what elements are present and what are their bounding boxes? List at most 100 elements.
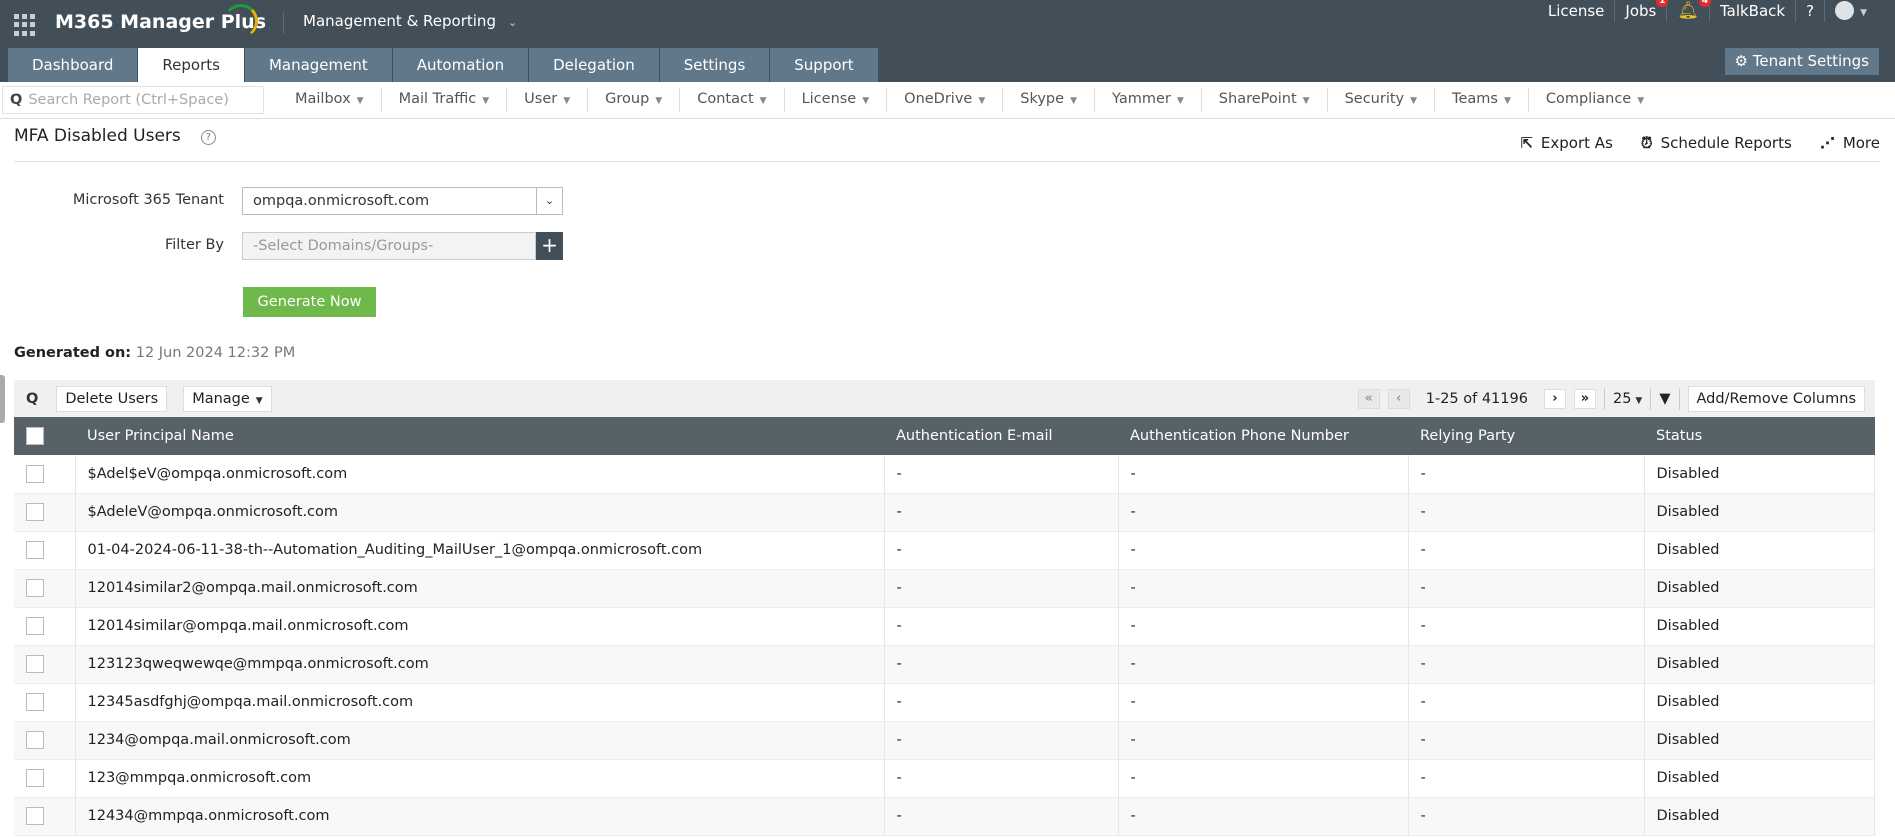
- row-checkbox[interactable]: [26, 617, 44, 635]
- tenant-select[interactable]: ompqa.onmicrosoft.com ⌄: [242, 187, 563, 215]
- more-button[interactable]: ⋰ More: [1820, 134, 1880, 152]
- col-auth-phone[interactable]: Authentication Phone Number: [1118, 417, 1408, 455]
- select-all-checkbox[interactable]: [26, 427, 44, 445]
- tab-settings[interactable]: Settings: [659, 48, 770, 82]
- auth-email-cell: -: [884, 455, 1119, 494]
- tab-dashboard[interactable]: Dashboard: [8, 48, 138, 82]
- per-page-select[interactable]: 25 ▼: [1613, 391, 1642, 407]
- generate-now-button[interactable]: Generate Now: [243, 287, 376, 317]
- user-menu[interactable]: ▼: [1825, 0, 1877, 24]
- row-checkbox[interactable]: [26, 541, 44, 559]
- row-checkbox[interactable]: [26, 655, 44, 673]
- auth-phone-cell: -: [1118, 569, 1409, 608]
- license-link[interactable]: License: [1538, 0, 1616, 22]
- delete-users-button[interactable]: Delete Users: [56, 385, 168, 412]
- relying-party-cell: -: [1408, 759, 1645, 798]
- tab-support[interactable]: Support: [770, 48, 878, 82]
- tab-management[interactable]: Management: [244, 48, 392, 82]
- nav-label: User: [524, 91, 558, 107]
- upn-cell: $AdeleV@ompqa.onmicrosoft.com: [75, 493, 885, 532]
- search-input[interactable]: Q Search Report (Ctrl+Space): [2, 86, 264, 114]
- upn-cell: 123123qweqwewqe@mmpqa.onmicrosoft.com: [75, 645, 885, 684]
- tab-delegation[interactable]: Delegation: [529, 48, 659, 82]
- product-switcher[interactable]: Management & Reporting ⌄: [303, 12, 517, 30]
- manage-button[interactable]: Manage ▼: [183, 385, 272, 412]
- app-grid-icon[interactable]: [14, 14, 36, 36]
- row-checkbox[interactable]: [26, 579, 44, 597]
- col-status[interactable]: Status: [1644, 417, 1875, 455]
- table-row[interactable]: 12014similar2@ompqa.mail.onmicrosoft.com…: [14, 569, 1875, 608]
- nav-security[interactable]: Security ▼: [1328, 88, 1436, 112]
- auth-email-cell: -: [884, 493, 1119, 532]
- table-row[interactable]: 123123qweqwewqe@mmpqa.onmicrosoft.com - - -…: [14, 645, 1875, 684]
- table-toolbar: Q Delete Users Manage ▼ « ‹ 1-25 of 41196…: [14, 380, 1875, 417]
- col-upn[interactable]: User Principal Name: [75, 417, 884, 455]
- nav-group[interactable]: Group ▼: [588, 88, 681, 112]
- row-checkbox[interactable]: [26, 693, 44, 711]
- auth-email-cell: -: [884, 797, 1119, 836]
- per-page-value: 25: [1612, 390, 1632, 407]
- title-row: MFA Disabled Users? ⇱ Export As ⏰︎ Schedul…: [14, 126, 1880, 162]
- table-row[interactable]: $Adel$eV@ompqa.onmicrosoft.com - - - Disable…: [14, 455, 1875, 494]
- row-checkbox[interactable]: [26, 464, 44, 483]
- jobs-link[interactable]: Jobs 1: [1615, 0, 1669, 22]
- prev-page-button[interactable]: ‹: [1387, 388, 1410, 409]
- side-panel-handle[interactable]: [0, 375, 5, 423]
- help-icon[interactable]: ?: [1796, 0, 1826, 22]
- table-row[interactable]: $AdeleV@ompqa.onmicrosoft.com - - - Disabled: [14, 493, 1875, 532]
- row-checkbox[interactable]: [26, 503, 44, 521]
- table-row[interactable]: 01-04-2024-06-11-38-th--Automation_Audit…: [14, 531, 1875, 570]
- nav-contact[interactable]: Contact ▼: [680, 88, 785, 112]
- nav-compliance[interactable]: Compliance ▼: [1529, 88, 1661, 112]
- status-cell: Disabled: [1644, 569, 1875, 608]
- nav-onedrive[interactable]: OneDrive ▼: [887, 88, 1004, 112]
- nav-user[interactable]: User ▼: [507, 88, 589, 112]
- caret-down-icon: ▼: [1637, 96, 1645, 106]
- upn-cell: 12345asdfghj@ompqa.mail.onmicrosoft.com: [75, 683, 885, 722]
- tab-automation[interactable]: Automation: [392, 48, 529, 82]
- col-auth-email[interactable]: Authentication E-mail: [884, 417, 1118, 455]
- row-checkbox[interactable]: [26, 807, 44, 825]
- row-checkbox[interactable]: [26, 769, 44, 787]
- tab-reports[interactable]: Reports: [138, 48, 244, 82]
- caret-down-icon: ▼: [1503, 96, 1511, 106]
- nav-skype[interactable]: Skype ▼: [1003, 88, 1095, 112]
- last-page-button[interactable]: »: [1573, 388, 1596, 409]
- generated-label: Generated on:: [14, 345, 132, 361]
- row-select-cell: [14, 455, 76, 494]
- nav-yammer[interactable]: Yammer ▼: [1095, 88, 1202, 112]
- select-all-header: [14, 417, 75, 455]
- nav-label: Teams: [1452, 91, 1498, 107]
- table-row[interactable]: 1234@ompqa.mail.onmicrosoft.com - - - Disabl…: [14, 721, 1875, 760]
- nav-mailbox[interactable]: Mailbox ▼: [278, 88, 382, 112]
- table-row[interactable]: 12345asdfghj@ompqa.mail.onmicrosoft.com -…: [14, 683, 1875, 722]
- divider: [1603, 387, 1605, 410]
- nav-license[interactable]: License ▼: [785, 88, 888, 112]
- filter-icon[interactable]: ▼: [1659, 391, 1670, 407]
- col-relying-party[interactable]: Relying Party: [1408, 417, 1644, 455]
- search-table-icon[interactable]: Q: [26, 391, 38, 407]
- generated-on: Generated on: 12 Jun 2024 12:32 PM: [14, 345, 295, 361]
- row-select-cell: [14, 721, 76, 760]
- table-row[interactable]: 12434@mmpqa.onmicrosoft.com - - - Disabled: [14, 797, 1875, 836]
- tenant-settings-button[interactable]: ⚙ Tenant Settings: [1724, 48, 1879, 75]
- add-remove-columns-button[interactable]: Add/Remove Columns: [1687, 385, 1865, 412]
- add-filter-button[interactable]: +: [536, 232, 563, 260]
- nav-teams[interactable]: Teams ▼: [1435, 88, 1529, 112]
- row-checkbox[interactable]: [26, 731, 44, 749]
- filter-input[interactable]: -Select Domains/Groups-: [242, 232, 536, 260]
- nav-label: Compliance: [1545, 91, 1632, 107]
- nav-mail-traffic[interactable]: Mail Traffic ▼: [382, 88, 508, 112]
- nav-sharepoint[interactable]: SharePoint ▼: [1202, 88, 1328, 112]
- avatar: [1835, 0, 1855, 20]
- table-row[interactable]: 12014similar@ompqa.mail.onmicrosoft.com -…: [14, 607, 1875, 646]
- next-page-button[interactable]: ›: [1543, 388, 1566, 409]
- notifications-button[interactable]: 🔔︎ 4: [1667, 0, 1711, 22]
- caret-down-icon: ▼: [1410, 96, 1418, 106]
- export-button[interactable]: ⇱ Export As: [1520, 134, 1613, 152]
- help-icon[interactable]: ?: [200, 129, 216, 145]
- table-row[interactable]: 123@mmpqa.onmicrosoft.com - - - Disabled: [14, 759, 1875, 798]
- first-page-button[interactable]: «: [1357, 388, 1380, 409]
- schedule-reports-button[interactable]: ⏰︎ Schedule Reports: [1641, 134, 1792, 152]
- talkback-link[interactable]: TalkBack: [1710, 0, 1797, 22]
